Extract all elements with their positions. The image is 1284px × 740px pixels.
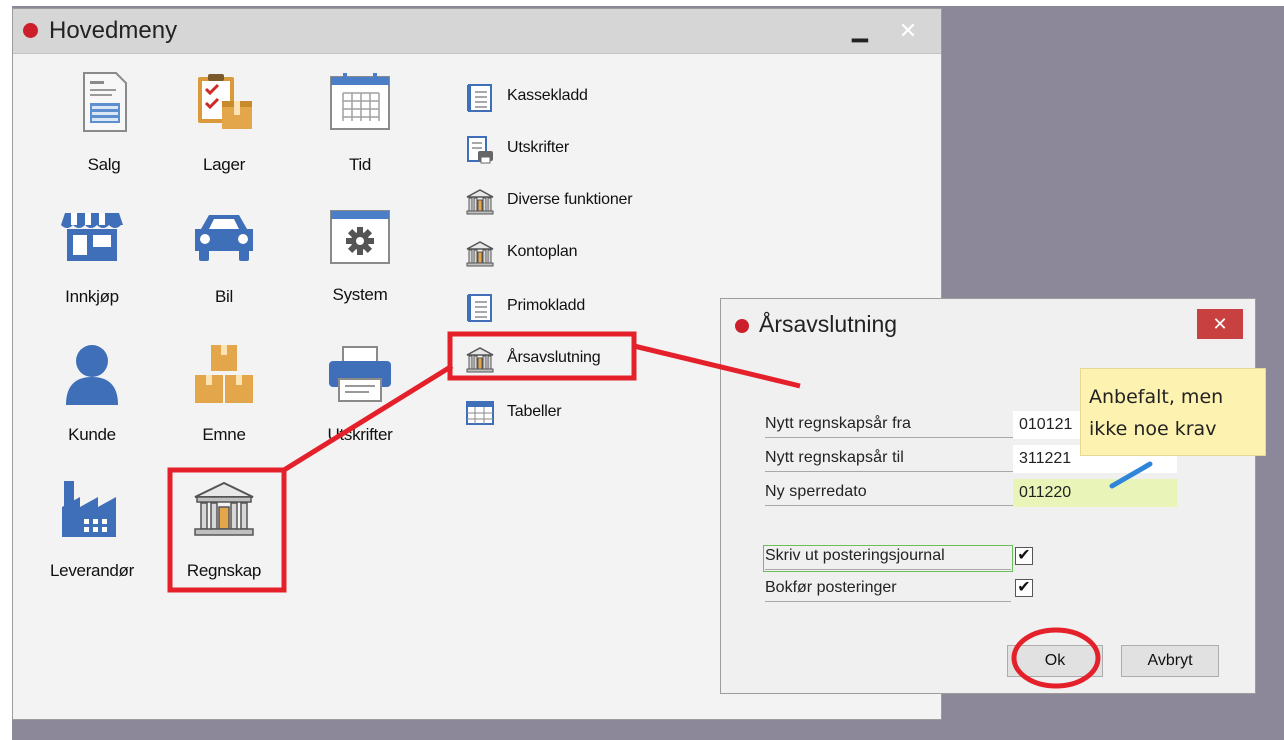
window-title: Hovedmeny <box>49 17 178 44</box>
printer-icon <box>329 346 391 402</box>
bokfor-checkbox[interactable]: ✔ <box>1015 579 1033 597</box>
annotation-note: Anbefalt, men ikke noe krav <box>1080 368 1266 456</box>
dialog-title: Årsavslutning <box>759 311 898 337</box>
tile-label: Emne <box>202 425 246 444</box>
dialog-close-button[interactable]: ✕ <box>1197 309 1243 339</box>
list-item-label: Primokladd <box>507 297 586 314</box>
tile-kunde[interactable]: Kunde <box>37 343 147 453</box>
bank-small-icon <box>466 189 494 215</box>
tile-salg[interactable]: Salg <box>49 71 159 181</box>
tile-label: Leverandør <box>50 561 134 580</box>
tile-lager[interactable]: Lager <box>169 71 279 181</box>
tile-label: Innkjøp <box>65 287 119 306</box>
person-icon <box>66 345 118 405</box>
tile-system[interactable]: System <box>305 209 415 319</box>
cancel-button[interactable]: Avbryt <box>1121 645 1219 677</box>
screen-edge-top <box>0 0 1284 6</box>
tile-label: Kunde <box>68 425 116 444</box>
field-label: Nytt regnskapsår til <box>765 449 1015 472</box>
calendar-icon <box>330 73 390 130</box>
app-dot-icon <box>23 23 38 38</box>
list-item-label: Kassekladd <box>507 87 588 104</box>
tile-label: System <box>332 285 388 304</box>
factory-icon <box>62 481 116 537</box>
tile-bil[interactable]: Bil <box>169 209 279 319</box>
tile-emne[interactable]: Emne <box>169 343 279 453</box>
ok-button[interactable]: Ok <box>1007 645 1103 677</box>
tile-leverandor[interactable]: Leverandør <box>37 479 147 589</box>
minimize-button[interactable]: ▁ <box>845 19 875 43</box>
main-title-bar[interactable]: Hovedmeny ▁ ✕ <box>13 9 941 54</box>
tile-label: Salg <box>87 155 121 174</box>
tile-label: Tid <box>348 155 372 174</box>
store-icon <box>61 213 123 261</box>
list-item-label: Årsavslutning <box>507 349 601 366</box>
clipboard-boxes-icon <box>198 74 252 129</box>
skriv-ut-checkbox[interactable]: ✔ <box>1015 547 1033 565</box>
tile-label: Utskrifter <box>327 425 393 444</box>
list-item-label: Kontoplan <box>507 243 578 260</box>
checkbox-label: Skriv ut posteringsjournal <box>763 545 1013 572</box>
ledger-icon <box>467 84 492 112</box>
report-print-icon <box>467 136 493 164</box>
car-icon <box>195 215 253 261</box>
sperredato-input[interactable] <box>1013 479 1177 507</box>
tile-regnskap[interactable]: Regnskap <box>169 479 279 589</box>
list-item-label: Utskrifter <box>507 139 570 156</box>
list-item-label: Tabeller <box>507 403 562 420</box>
tile-label: Lager <box>203 155 245 174</box>
order-form-icon <box>83 72 127 132</box>
settings-window-icon <box>330 210 390 264</box>
field-label: Ny sperredato <box>765 483 1015 506</box>
bank-icon <box>194 481 254 536</box>
app-dot-icon <box>735 319 749 333</box>
note-line: Anbefalt, men <box>1089 386 1224 408</box>
screen-edge-left <box>0 0 12 740</box>
dialog-title-bar[interactable]: Årsavslutning ✕ <box>721 299 1255 349</box>
bank-small-icon <box>466 241 494 267</box>
tile-innkjop[interactable]: Innkjøp <box>37 209 147 319</box>
note-line: ikke noe krav <box>1089 418 1217 440</box>
tile-utskrifter[interactable]: Utskrifter <box>305 343 415 453</box>
ledger-icon <box>467 294 492 322</box>
table-icon <box>466 401 494 425</box>
tile-label: Bil <box>215 287 233 306</box>
checkbox-row-bokfor: Bokfør posteringer ✔ <box>765 575 1035 605</box>
arsavslutning-dialog: Årsavslutning ✕ Nytt regnskapsår fra Nyt… <box>720 298 1256 694</box>
tile-tid[interactable]: Tid <box>305 71 415 181</box>
stacked-boxes-icon <box>195 345 253 403</box>
list-item-label: Diverse funktioner <box>507 191 633 208</box>
field-row-sperredato: Ny sperredato <box>765 479 1185 509</box>
close-button[interactable]: ✕ <box>893 19 923 43</box>
tile-label: Regnskap <box>186 561 262 580</box>
checkbox-row-skriv-ut: Skriv ut posteringsjournal ✔ <box>763 543 1035 573</box>
checkbox-label: Bokfør posteringer <box>765 579 1011 602</box>
bank-small-icon <box>466 347 494 373</box>
field-label: Nytt regnskapsår fra <box>765 415 1015 438</box>
